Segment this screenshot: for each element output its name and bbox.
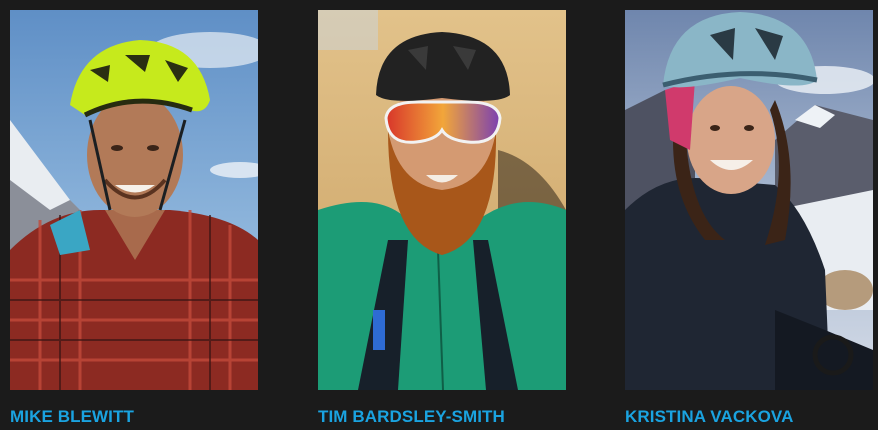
member-name[interactable]: MIKE BLEWITT — [10, 407, 258, 427]
team-member-card-tim-bardsley-smith[interactable]: TIM BARDSLEY-SMITH — [318, 10, 566, 427]
rider-portrait-photo[interactable] — [318, 10, 566, 390]
rider-portrait-helmet-black-icon — [318, 10, 566, 390]
team-grid: MIKE BLEWITT TIM BARDSLEY-SMITH KRISTINA… — [0, 0, 878, 430]
rider-portrait-helmet-lime-icon — [10, 10, 258, 390]
team-member-card-kristina-vackova[interactable]: KRISTINA VACKOVA — [625, 10, 873, 427]
team-member-card-mike-blewitt[interactable]: MIKE BLEWITT — [10, 10, 258, 427]
member-name[interactable]: TIM BARDSLEY-SMITH — [318, 407, 566, 427]
rider-portrait-helmet-teal-icon — [625, 10, 873, 390]
rider-portrait-photo[interactable] — [625, 10, 873, 390]
member-name[interactable]: KRISTINA VACKOVA — [625, 407, 873, 427]
rider-portrait-photo[interactable] — [10, 10, 258, 390]
